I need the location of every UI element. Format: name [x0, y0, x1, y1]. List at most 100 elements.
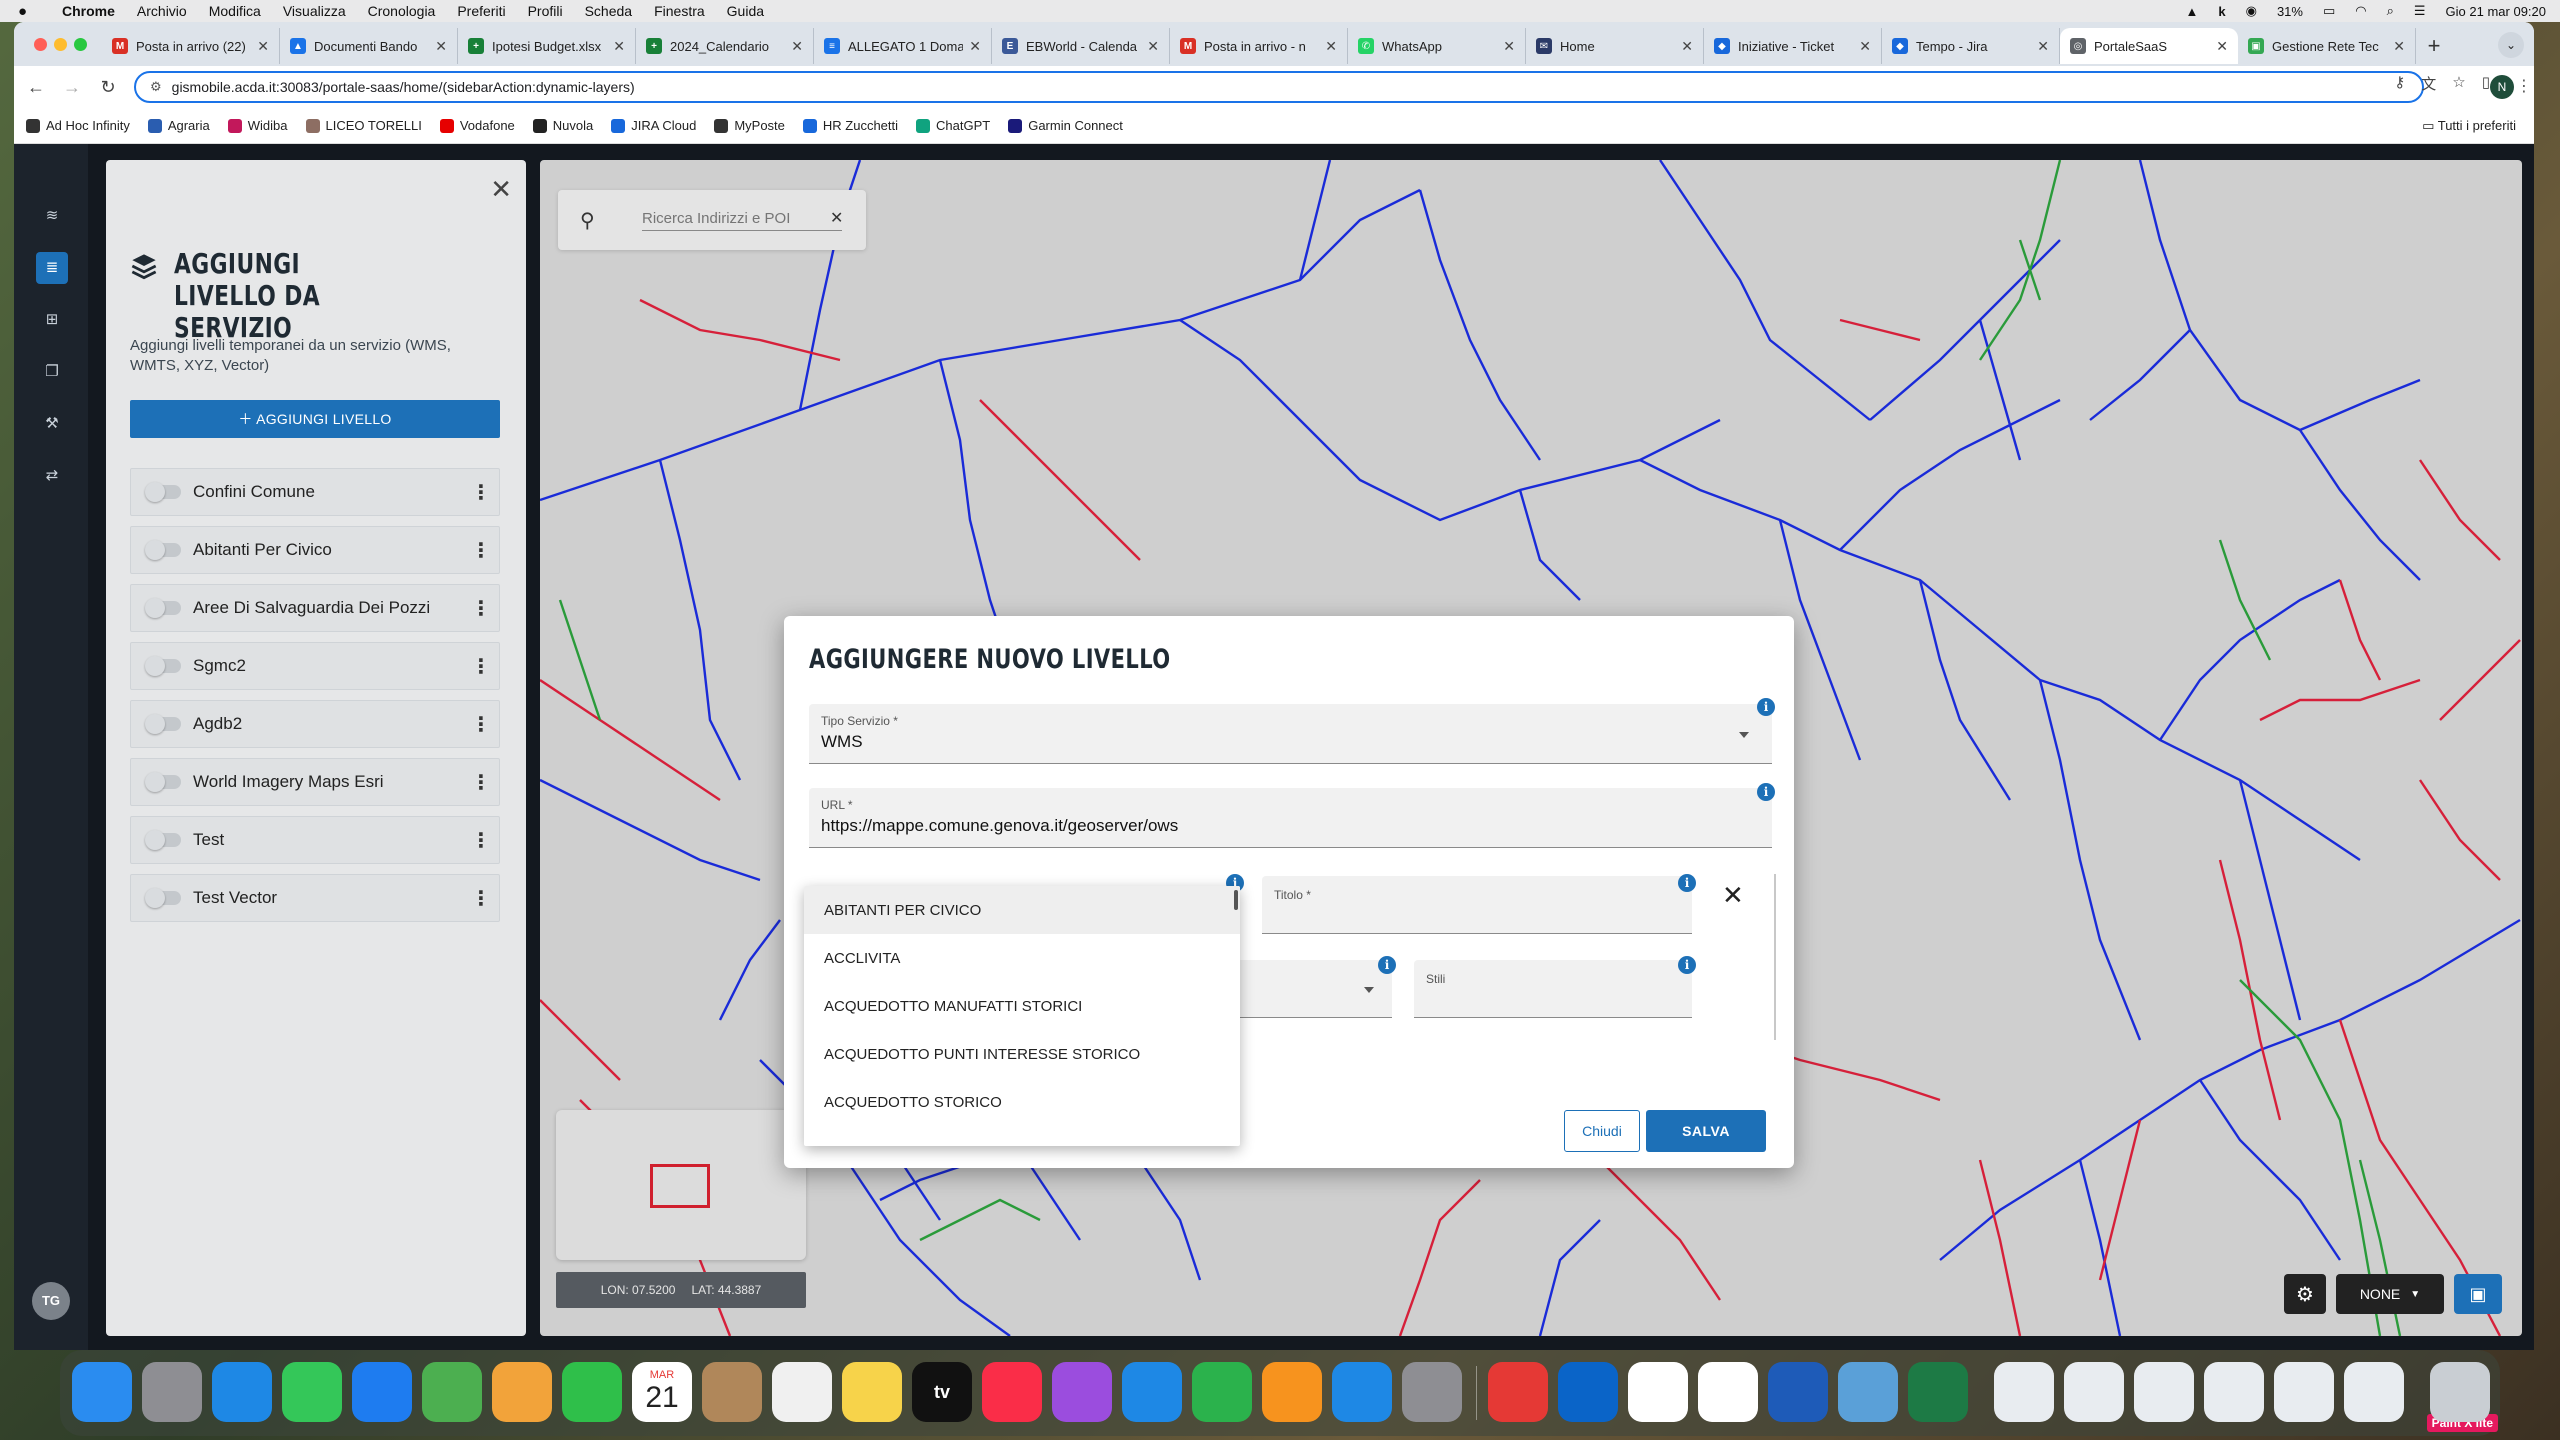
layer-visibility-toggle[interactable] [145, 540, 181, 560]
address-bar[interactable]: ⚙ gismobile.acda.it:30083/portale-saas/h… [134, 71, 2424, 103]
bookmark-star-icon[interactable]: ☆ [2452, 73, 2465, 94]
layer-visibility-toggle[interactable] [145, 714, 181, 734]
chrome-menu-icon[interactable]: ⋮ [2516, 76, 2532, 96]
reminders-icon[interactable] [772, 1362, 832, 1422]
bookmark-item[interactable]: Garmin Connect [1008, 118, 1123, 133]
contacts-icon[interactable] [702, 1362, 762, 1422]
title-info-icon[interactable]: i [1678, 874, 1696, 892]
reload-icon[interactable]: ↻ [94, 77, 122, 98]
layer-row[interactable]: Abitanti Per Civico ⋮ [130, 526, 500, 574]
bookmark-item[interactable]: LICEO TORELLI [305, 118, 422, 133]
tv-icon[interactable]: tv [912, 1362, 972, 1422]
url-value[interactable]: https://mappe.comune.genova.it/geoserver… [821, 816, 1178, 836]
bookmark-item[interactable]: Nuvola [532, 118, 593, 133]
launchpad-icon[interactable] [142, 1362, 202, 1422]
dropdown-option[interactable]: ABITANTI PER CIVICO [804, 886, 1240, 934]
dialog-scrollbar[interactable] [1774, 874, 1776, 1040]
tab-close-icon[interactable]: ✕ [1325, 38, 1337, 55]
url-text[interactable]: gismobile.acda.it:30083/portale-saas/hom… [172, 79, 635, 95]
spotlight-icon[interactable]: ⌕ [2387, 3, 2394, 19]
calendar-icon[interactable]: MAR 21 [632, 1362, 692, 1422]
chrome-icon[interactable] [1698, 1362, 1758, 1422]
layer-visibility-toggle[interactable] [145, 888, 181, 908]
url-field[interactable]: URL * https://mappe.comune.genova.it/geo… [809, 788, 1772, 848]
browser-tab[interactable]: ≡ ALLEGATO 1 Doma ✕ [814, 28, 992, 64]
tab-close-icon[interactable]: ✕ [257, 38, 269, 55]
app-store-icon[interactable] [1332, 1362, 1392, 1422]
status-triangle-icon[interactable]: ▲ [2185, 4, 2198, 19]
dropdown-option[interactable]: ACQUEDOTTO PUNTI INTERESSE STORICO [804, 1030, 1240, 1078]
recent-document-thumbnail[interactable] [2274, 1362, 2334, 1422]
layer-menu-icon[interactable]: ⋮ [463, 480, 499, 505]
excel-icon[interactable] [1908, 1362, 1968, 1422]
menu-cronologia[interactable]: Cronologia [368, 3, 436, 19]
remove-row-close-icon[interactable]: ✕ [1722, 880, 1744, 911]
search-clear-icon[interactable]: ✕ [830, 208, 843, 228]
menu-guida[interactable]: Guida [727, 3, 764, 19]
menu-visualizza[interactable]: Visualizza [283, 3, 346, 19]
password-key-icon[interactable]: ⚷ [2394, 73, 2405, 94]
battery-icon[interactable]: ▭ [2323, 3, 2335, 19]
browser-tab[interactable]: M Posta in arrivo (22) ✕ [102, 28, 280, 64]
preview-icon[interactable] [1838, 1362, 1898, 1422]
tab-close-icon[interactable]: ✕ [791, 38, 803, 55]
music-icon[interactable] [982, 1362, 1042, 1422]
user-avatar[interactable]: TG [32, 1282, 70, 1320]
layers-icon[interactable]: ≣ [36, 252, 68, 284]
search-input[interactable] [642, 210, 842, 231]
recent-document-thumbnail[interactable] [2344, 1362, 2404, 1422]
tab-close-icon[interactable]: ✕ [435, 38, 447, 55]
tab-close-icon[interactable]: ✕ [2037, 38, 2049, 55]
layer-menu-icon[interactable]: ⋮ [463, 596, 499, 621]
pages-icon[interactable] [1262, 1362, 1322, 1422]
url-info-icon[interactable]: i [1757, 783, 1775, 801]
tab-search-icon[interactable]: ⌄ [2498, 32, 2524, 58]
menu-app-name[interactable]: Chrome [62, 3, 115, 19]
route-icon[interactable]: ⇄ [36, 460, 68, 492]
mail-icon[interactable] [352, 1362, 412, 1422]
podcasts-icon[interactable] [1052, 1362, 1112, 1422]
browser-tab[interactable]: M Posta in arrivo - n ✕ [1170, 28, 1348, 64]
layer-visibility-toggle[interactable] [145, 482, 181, 502]
recent-document-thumbnail[interactable] [1994, 1362, 2054, 1422]
layer-menu-icon[interactable]: ⋮ [463, 770, 499, 795]
word-icon[interactable] [1768, 1362, 1828, 1422]
layer-menu-icon[interactable]: ⋮ [463, 654, 499, 679]
window-zoom-button[interactable] [74, 38, 87, 51]
wrench-icon[interactable]: ⚒ [36, 408, 68, 440]
dropdown-option[interactable]: ACCLIVITA [804, 934, 1240, 982]
bookmark-item[interactable]: Vodafone [439, 118, 515, 133]
menu-finestra[interactable]: Finestra [654, 3, 705, 19]
numbers-icon[interactable] [1192, 1362, 1252, 1422]
grid-icon[interactable]: ⊞ [36, 304, 68, 336]
maps-icon[interactable] [422, 1362, 482, 1422]
messages-icon[interactable] [282, 1362, 342, 1422]
tab-close-icon[interactable]: ✕ [2216, 38, 2228, 55]
side-panel-icon[interactable]: ▯ [2482, 73, 2490, 94]
new-tab-button[interactable]: + [2416, 28, 2452, 64]
status-user-icon[interactable]: ◉ [2246, 3, 2257, 19]
menu-modifica[interactable]: Modifica [209, 3, 261, 19]
styles-field[interactable]: Stili [1414, 960, 1692, 1018]
outlook-icon[interactable] [1558, 1362, 1618, 1422]
layer-row[interactable]: Test ⋮ [130, 816, 500, 864]
browser-tab[interactable]: ✉ Home ✕ [1526, 28, 1704, 64]
browser-tab[interactable]: E EBWorld - Calenda ✕ [992, 28, 1170, 64]
styles-info-icon[interactable]: i [1678, 956, 1696, 974]
recent-document-thumbnail[interactable] [2064, 1362, 2124, 1422]
map-toggle-button[interactable]: ▣ [2454, 1274, 2502, 1314]
browser-tab[interactable]: ◆ Iniziative - Ticket ✕ [1704, 28, 1882, 64]
slack-icon[interactable] [1628, 1362, 1688, 1422]
browser-tab[interactable]: ✆ WhatsApp ✕ [1348, 28, 1526, 64]
menu-archivio[interactable]: Archivio [137, 3, 187, 19]
menu-profili[interactable]: Profili [528, 3, 563, 19]
add-layer-button[interactable]: ＋ AGGIUNGI LIVELLO [130, 400, 500, 438]
bookmark-item[interactable]: Agraria [147, 118, 210, 133]
bookmark-item[interactable]: Ad Hoc Infinity [26, 118, 130, 133]
tab-close-icon[interactable]: ✕ [1859, 38, 1871, 55]
panel-close-icon[interactable]: ✕ [490, 174, 512, 205]
title-field[interactable]: Titolo * [1262, 876, 1692, 934]
copy-icon[interactable]: ❐ [36, 356, 68, 388]
layer-row[interactable]: Aree Di Salvaguardia Dei Pozzi ⋮ [130, 584, 500, 632]
system-settings-icon[interactable] [1402, 1362, 1462, 1422]
